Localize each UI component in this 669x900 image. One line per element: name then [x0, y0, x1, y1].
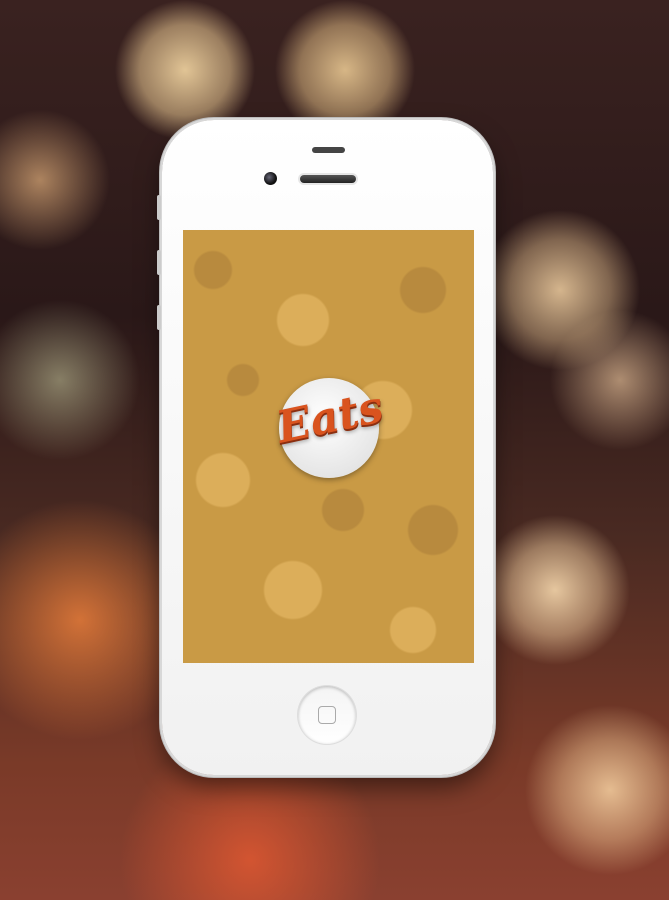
home-square-icon: [318, 706, 336, 724]
splash-screen: Eats: [183, 230, 474, 663]
mute-switch: [157, 195, 161, 220]
speaker-grille: [300, 175, 356, 183]
iphone-mockup: Eats: [157, 120, 493, 775]
home-button[interactable]: [298, 686, 356, 744]
volume-up-button: [157, 250, 161, 275]
front-camera: [264, 172, 277, 185]
earpiece: [312, 147, 345, 153]
volume-down-button: [157, 305, 161, 330]
